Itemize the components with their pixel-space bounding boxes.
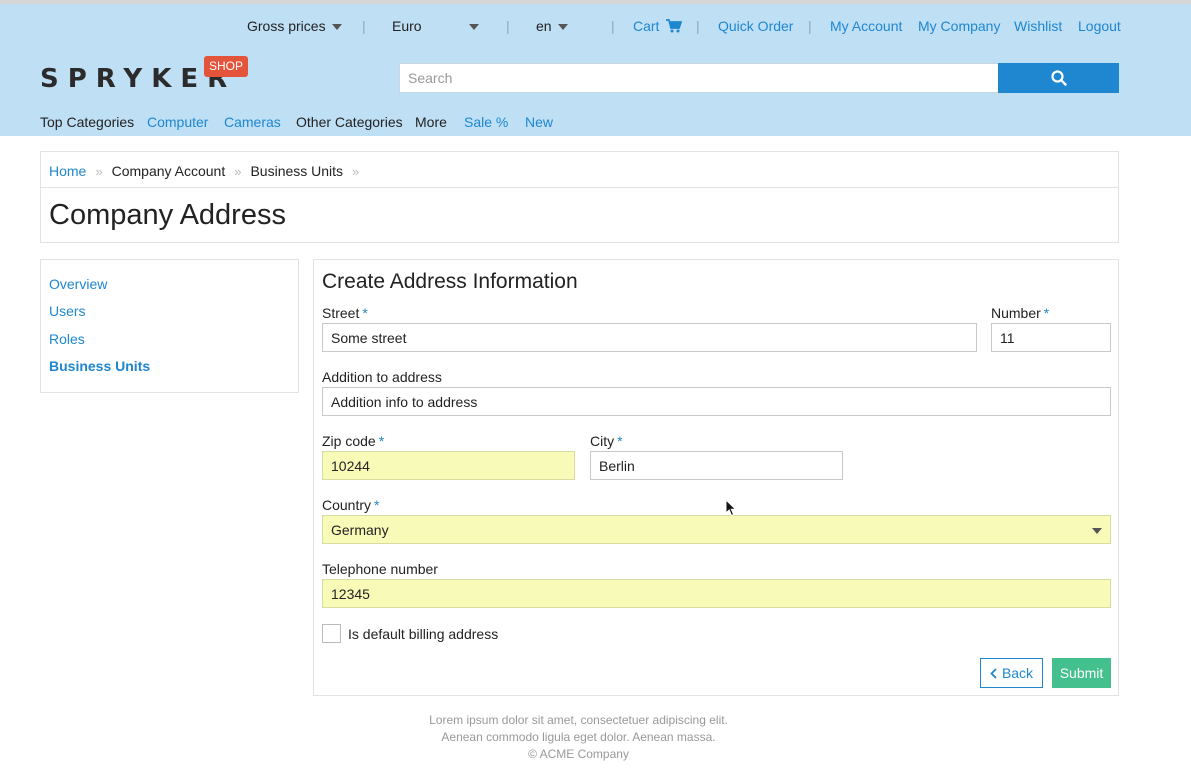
chevron-down-icon xyxy=(331,24,342,31)
phone-label: Telephone number xyxy=(322,561,438,577)
footer-line-1: Lorem ipsum dolor sit amet, consectetuer… xyxy=(429,713,728,727)
logout-link[interactable]: Logout xyxy=(1078,18,1121,34)
street-label: Street * xyxy=(322,305,368,321)
sidebar-item-overview[interactable]: Overview xyxy=(49,276,290,303)
price-mode-select[interactable]: Gross prices xyxy=(247,18,342,34)
price-mode-value: Gross prices xyxy=(247,18,326,34)
topbar-separator: | xyxy=(808,18,812,34)
topbar-separator: | xyxy=(696,18,700,34)
required-mark: * xyxy=(374,497,380,513)
search-button[interactable] xyxy=(998,63,1119,93)
country-label: Country * xyxy=(322,497,379,513)
nav-item-other-categories[interactable]: Other Categories xyxy=(296,114,403,130)
addition-label: Addition to address xyxy=(322,369,442,385)
chevron-down-icon xyxy=(1092,528,1102,534)
my-account-link[interactable]: My Account xyxy=(830,18,902,34)
footer-line-2: Aenean commodo ligula eget dolor. Aenean… xyxy=(441,730,716,744)
site-footer: Lorem ipsum dolor sit amet, consectetuer… xyxy=(0,712,1157,763)
nav-item-top-categories[interactable]: Top Categories xyxy=(40,114,134,130)
breadcrumb-home[interactable]: Home xyxy=(49,163,86,179)
company-sidebar: Overview Users Roles Business Units xyxy=(40,259,299,393)
search-bar xyxy=(399,63,1119,93)
sidebar-item-users[interactable]: Users xyxy=(49,303,290,330)
language-value: en xyxy=(536,18,552,34)
breadcrumb-separator: » xyxy=(352,163,360,179)
search-input[interactable] xyxy=(399,63,999,93)
breadcrumb-separator: » xyxy=(234,163,242,179)
mouse-cursor-icon xyxy=(725,499,737,517)
my-company-link[interactable]: My Company xyxy=(918,18,1000,34)
street-label-text: Street xyxy=(322,305,360,321)
breadcrumb-separator: » xyxy=(95,163,103,179)
back-button[interactable]: Back xyxy=(980,658,1043,688)
nav-item-cameras[interactable]: Cameras xyxy=(224,114,281,130)
topbar-separator: | xyxy=(506,18,510,34)
currency-select[interactable]: Euro xyxy=(392,18,479,34)
number-label: Number * xyxy=(991,305,1049,321)
nav-item-sale[interactable]: Sale % xyxy=(464,114,508,130)
required-mark: * xyxy=(617,433,623,449)
submit-button[interactable]: Submit xyxy=(1052,658,1111,688)
addition-field[interactable]: Addition info to address xyxy=(322,387,1111,416)
required-mark: * xyxy=(378,433,385,449)
phone-field[interactable]: 12345 xyxy=(322,579,1111,608)
language-select[interactable]: en xyxy=(536,18,568,34)
city-label: City * xyxy=(590,433,623,449)
topbar-separator: | xyxy=(611,18,615,34)
country-value: Germany xyxy=(331,521,389,538)
cart-icon xyxy=(666,19,683,33)
default-billing-checkbox[interactable] xyxy=(322,624,341,643)
zip-field[interactable]: 10244 xyxy=(322,451,575,480)
breadcrumb: Home » Company Account » Business Units » xyxy=(49,162,368,182)
chevron-down-icon xyxy=(468,24,479,31)
cart-link[interactable]: Cart xyxy=(633,18,683,34)
country-select[interactable]: Germany xyxy=(322,515,1111,544)
form-title: Create Address Information xyxy=(322,270,578,293)
nav-item-computer[interactable]: Computer xyxy=(147,114,208,130)
quick-order-link[interactable]: Quick Order xyxy=(718,18,793,34)
top-bar: Gross prices | Euro | en | Cart | Quick … xyxy=(0,18,1191,40)
back-label: Back xyxy=(1001,665,1034,681)
default-billing-label[interactable]: Is default billing address xyxy=(348,626,498,642)
city-field[interactable]: Berlin xyxy=(590,451,843,480)
breadcrumb-business-units[interactable]: Business Units xyxy=(250,163,343,179)
nav-item-more[interactable]: More xyxy=(415,114,447,130)
logo-shop-badge: SHOP xyxy=(204,56,249,77)
required-mark: * xyxy=(362,305,368,321)
page-title: Company Address xyxy=(49,199,286,231)
footer-copyright: © ACME Company xyxy=(528,747,629,761)
divider xyxy=(41,187,1118,188)
country-label-text: Country xyxy=(322,497,372,513)
nav-item-new[interactable]: New xyxy=(525,114,553,130)
number-label-text: Number xyxy=(991,305,1041,321)
required-mark: * xyxy=(1043,305,1050,321)
currency-value: Euro xyxy=(392,18,422,34)
number-field[interactable]: 11 xyxy=(991,323,1111,352)
topbar-separator: | xyxy=(362,18,366,34)
sidebar-item-business-units[interactable]: Business Units xyxy=(49,358,290,385)
city-label-text: City xyxy=(590,433,615,449)
wishlist-link[interactable]: Wishlist xyxy=(1014,18,1062,34)
sidebar-item-roles[interactable]: Roles xyxy=(49,331,290,358)
street-field[interactable]: Some street xyxy=(322,323,977,352)
chevron-down-icon xyxy=(557,24,568,31)
chevron-left-icon xyxy=(990,667,997,679)
search-icon xyxy=(1050,70,1067,86)
page-header-box: Home » Company Account » Business Units » Com… xyxy=(40,151,1119,243)
breadcrumb-company-account[interactable]: Company Account xyxy=(112,163,226,179)
site-header: Gross prices | Euro | en | Cart | Quick … xyxy=(0,0,1191,136)
address-form: Create Address Information Street * Some … xyxy=(313,259,1119,696)
zip-label-text: Zip code xyxy=(322,433,376,449)
cart-label: Cart xyxy=(633,18,660,34)
zip-label: Zip code * xyxy=(322,433,384,449)
